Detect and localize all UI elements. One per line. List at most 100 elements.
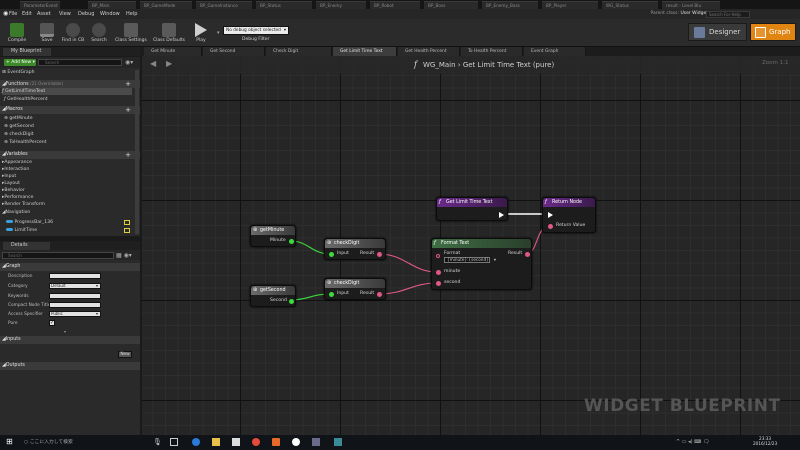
- text-output-pin[interactable]: [377, 292, 382, 297]
- functions-header[interactable]: ◢Functions (21 Overridable) +: [0, 80, 140, 88]
- photos-icon[interactable]: [334, 438, 342, 446]
- function-item[interactable]: ƒ GetHealthPercent: [4, 96, 48, 103]
- play-button[interactable]: Play: [186, 22, 216, 46]
- visibility-icon[interactable]: [124, 228, 130, 233]
- file-tab[interactable]: BP_Enemy_Boss: [482, 1, 538, 9]
- property-matrix-icon[interactable]: ▦ ◉▾: [116, 252, 132, 259]
- search-help-input[interactable]: Search For Help: [706, 11, 750, 18]
- debug-object-select[interactable]: No debug object selected ▾: [223, 26, 289, 35]
- function-entry-node[interactable]: ƒ Get Limit Time Text: [436, 197, 508, 221]
- macro-item[interactable]: ⊛ getMinute: [4, 115, 33, 122]
- menu-window[interactable]: Window: [100, 9, 120, 19]
- text-output-pin[interactable]: [377, 252, 382, 257]
- file-tab[interactable]: BP_Robot: [370, 1, 420, 9]
- format-input-pin[interactable]: [436, 254, 440, 258]
- inputs-section-header[interactable]: ◢Inputs: [0, 336, 140, 344]
- graph-tab[interactable]: To Health Percent: [461, 47, 523, 56]
- file-tab[interactable]: BP_GameInstance: [196, 1, 252, 9]
- int-output-pin[interactable]: [289, 239, 294, 244]
- variable-category[interactable]: ▸Input: [2, 173, 16, 180]
- play-dropdown-icon[interactable]: ▾: [217, 30, 220, 36]
- file-tab[interactable]: BP_Enemy: [316, 1, 366, 9]
- graph-tab[interactable]: Get Minute: [144, 47, 202, 56]
- format-text-node[interactable]: ƒ Format Text Format Result minute second: [431, 238, 532, 290]
- variable-category[interactable]: ◢Navigation: [2, 209, 30, 216]
- class-settings-button[interactable]: Class Settings: [114, 22, 148, 46]
- get-minute-node[interactable]: ⊛ getMinute Minute: [250, 225, 296, 247]
- graph-section-header[interactable]: ◢Graph: [0, 263, 140, 271]
- details-tab[interactable]: Details: [0, 241, 140, 250]
- format-text-field[interactable]: {minute}:{second} ▾: [444, 257, 496, 263]
- unreal-engine-icon[interactable]: [292, 438, 300, 446]
- file-tab[interactable]: BP_Status: [256, 1, 312, 9]
- check-digit-node[interactable]: ⊛ checkDigit Input Result: [324, 238, 386, 260]
- text-output-pin[interactable]: [525, 252, 530, 257]
- file-explorer-icon[interactable]: [212, 438, 220, 446]
- menu-file[interactable]: File: [9, 9, 17, 19]
- menu-view[interactable]: View: [59, 9, 71, 19]
- add-function-icon[interactable]: +: [125, 80, 131, 88]
- int-input-pin[interactable]: [329, 292, 334, 297]
- access-specifier-select[interactable]: Public ▾: [49, 311, 101, 317]
- macros-header[interactable]: ◢Macros +: [0, 106, 140, 114]
- variable-category[interactable]: ▸Layout: [2, 180, 20, 187]
- scrollbar[interactable]: [135, 70, 139, 234]
- graph-tab[interactable]: Event Graph: [524, 47, 586, 56]
- int-output-pin[interactable]: [289, 299, 294, 304]
- text-input-pin[interactable]: [548, 224, 553, 229]
- keywords-field[interactable]: [49, 293, 101, 299]
- function-item[interactable]: ƒ GetLimitTimeText: [2, 88, 132, 95]
- graph-tab[interactable]: Check Digit: [266, 47, 332, 56]
- visibility-icon[interactable]: [124, 220, 130, 225]
- macro-item[interactable]: ⊛ ToHealthPercent: [4, 139, 47, 146]
- class-defaults-button[interactable]: Class Defaults: [152, 22, 186, 46]
- graph-tab[interactable]: Get Second: [203, 47, 265, 56]
- taskbar-search[interactable]: ○ ここに入力して検索: [24, 438, 73, 445]
- back-arrow-icon[interactable]: ◀: [150, 59, 156, 68]
- text-input-pin[interactable]: [436, 281, 441, 286]
- check-digit-node[interactable]: ⊛ checkDigit Input Result: [324, 278, 386, 300]
- edge-icon[interactable]: [192, 438, 200, 446]
- variable-item[interactable]: ProgressBar_136: [6, 219, 53, 226]
- file-tab[interactable]: WG_Status: [602, 1, 658, 9]
- variable-category[interactable]: ▸Performance: [2, 194, 33, 201]
- variable-category[interactable]: ▸Appearance: [2, 159, 32, 166]
- compile-button[interactable]: Compile: [0, 22, 34, 46]
- event-graph-item[interactable]: ⊞ EventGraph: [2, 69, 35, 76]
- my-blueprint-tab[interactable]: My Blueprint: [0, 47, 140, 56]
- file-tab[interactable]: BP_GameMode: [140, 1, 192, 9]
- forward-arrow-icon[interactable]: ▶: [166, 59, 172, 68]
- file-tab[interactable]: ParameterEvent: [20, 1, 60, 9]
- search-button[interactable]: Search: [82, 22, 116, 46]
- int-input-pin[interactable]: [329, 252, 334, 257]
- graph-tab[interactable]: Get Health Percent: [398, 47, 460, 56]
- outputs-section-header[interactable]: ◢Outputs: [0, 362, 140, 370]
- menu-asset[interactable]: Asset: [37, 9, 51, 19]
- graph-tab[interactable]: Get Limit Time Text: [333, 47, 397, 56]
- file-tab[interactable]: BP_Main: [88, 1, 136, 9]
- text-input-pin[interactable]: [436, 270, 441, 275]
- menu-edit[interactable]: Edit: [22, 9, 32, 19]
- view-options-icon[interactable]: ◉▾: [125, 59, 133, 66]
- description-field[interactable]: [49, 273, 101, 279]
- chrome-icon[interactable]: [252, 438, 260, 446]
- file-tab[interactable]: result - Level Blu: [662, 1, 720, 9]
- new-input-button[interactable]: New: [118, 351, 132, 358]
- variable-item[interactable]: LimitTime: [6, 227, 37, 234]
- category-select[interactable]: Default ▾: [49, 283, 101, 289]
- store-icon[interactable]: [232, 438, 240, 446]
- variable-category[interactable]: ▸Render Transform: [2, 201, 45, 208]
- return-node[interactable]: ƒ Return Node Return Value: [542, 197, 596, 233]
- compact-title-field[interactable]: [49, 302, 101, 308]
- get-second-node[interactable]: ⊛ getSecond Second: [250, 285, 296, 307]
- pure-checkbox[interactable]: ✓: [49, 320, 55, 326]
- unreal-logo-icon[interactable]: ◉: [3, 9, 8, 19]
- designer-mode-button[interactable]: Designer: [688, 23, 747, 41]
- graph-mode-button[interactable]: Graph: [750, 23, 796, 41]
- variable-category[interactable]: ▸Interaction: [2, 166, 29, 173]
- task-view-icon[interactable]: [170, 438, 178, 446]
- file-tab[interactable]: BP_Player: [542, 1, 598, 9]
- app-icon[interactable]: [272, 438, 280, 446]
- app-icon[interactable]: [312, 438, 320, 446]
- file-tab[interactable]: BP_Boss: [424, 1, 478, 9]
